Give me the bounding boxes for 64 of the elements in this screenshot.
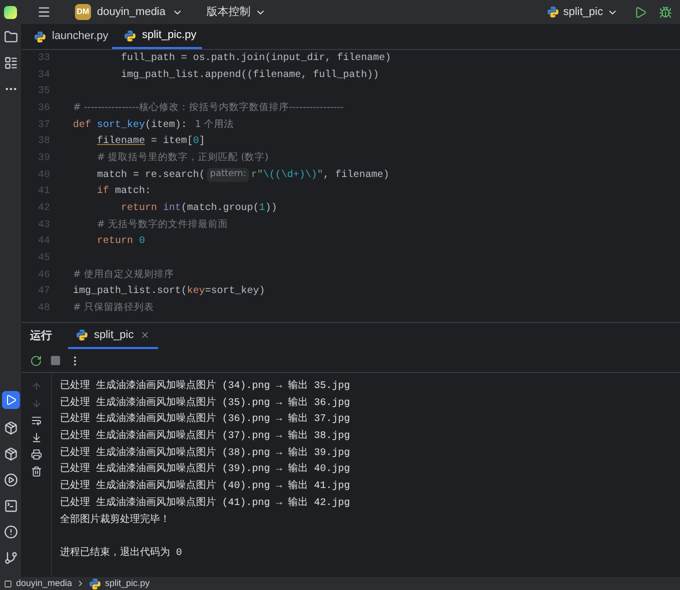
console-line: 已处理 生成油漆油画风加噪点图片 (41).png → 输出 42.jpg (60, 496, 352, 511)
run-tool-button[interactable] (2, 391, 20, 409)
console-line: 全部图片裁剪处理完毕！ (60, 512, 171, 528)
code-text: # 使用自定义规则排序 (73, 268, 174, 282)
vcs-menu[interactable]: 版本控制 (206, 4, 266, 20)
code-text: img_path_list.sort(key=sort_key) (73, 284, 266, 300)
code-text: filename = item[0] (97, 134, 206, 150)
menu-icon[interactable] (37, 5, 51, 19)
services-icon[interactable] (4, 473, 18, 487)
problems-icon[interactable] (4, 525, 18, 539)
soft-wrap-icon[interactable] (31, 415, 42, 426)
module-icon (4, 580, 12, 588)
console-line: 已处理 生成油漆油画风加噪点图片 (37).png → 输出 38.jpg (60, 429, 352, 444)
editor-tab[interactable]: split_pic.py (112, 24, 202, 49)
parameter-hint: pattern: (207, 168, 250, 182)
console-line: 已处理 生成油漆油画风加噪点图片 (35).png → 输出 36.jpg (60, 396, 352, 411)
package-icon[interactable] (4, 447, 18, 461)
run-config-selector[interactable]: split_pic (547, 4, 618, 20)
code-text: if match: (97, 184, 152, 200)
code-text: # 只保留路径列表 (73, 301, 154, 316)
console-line: 已处理 生成油漆油画风加噪点图片 (36).png → 输出 37.jpg (60, 412, 352, 428)
terminal-icon[interactable] (4, 499, 18, 513)
project-name: douyin_media (97, 4, 166, 20)
git-icon[interactable] (4, 551, 18, 565)
breadcrumb[interactable]: split_pic.py (105, 576, 150, 590)
console-line: 已处理 生成油漆油画风加噪点图片 (38).png → 输出 39.jpg (60, 446, 352, 461)
panel-title: 运行 (30, 328, 52, 344)
console-line: 已处理 生成油漆油画风加噪点图片 (40).png → 输出 41.jpg (60, 479, 352, 494)
usage-hint[interactable]: 1 个用法 (195, 118, 234, 132)
code-text: return 0 (97, 235, 146, 250)
print-icon[interactable] (31, 449, 42, 460)
rerun-icon[interactable] (30, 354, 42, 366)
code-text: img_path_list.append((filename, full_path)) (121, 68, 380, 83)
code-text: # ----------------核心修改：按括号内数字数值排序---------------- (73, 100, 344, 115)
project-selector[interactable]: DM douyin_media (75, 4, 182, 20)
python-icon (89, 578, 102, 590)
run-tab[interactable]: split_pic (68, 323, 158, 349)
code-text: return int(match.group(1)) (121, 202, 278, 216)
code-text: match = re.search( (97, 168, 206, 183)
project-badge: DM (75, 4, 91, 20)
breadcrumb[interactable]: douyin_media (16, 576, 72, 590)
python-icon (34, 30, 46, 42)
python-icon (124, 30, 136, 42)
python-icon (76, 329, 88, 341)
code-text: def sort_key(item): (73, 118, 188, 133)
trash-icon[interactable] (31, 466, 42, 477)
console-line: 已处理 生成油漆油画风加噪点图片 (39).png → 输出 40.jpg (60, 462, 352, 478)
code-text: # 无括号数字的文件排最前面 (97, 218, 228, 232)
structure-icon[interactable] (4, 56, 18, 70)
console-line: 已处理 生成油漆油画风加噪点图片 (34).png → 输出 35.jpg (60, 379, 352, 394)
run-icon (4, 394, 16, 406)
debug-icon[interactable] (659, 6, 672, 18)
python-icon (547, 6, 560, 18)
close-icon[interactable] (140, 330, 150, 340)
console-line: 进程已结束，退出代码为 0 (60, 546, 184, 561)
scroll-to-end-icon[interactable] (31, 432, 42, 443)
folder-icon[interactable] (4, 30, 18, 44)
code-text: r"\((\d+)\)", filename) (251, 168, 390, 183)
code-text: # 提取括号里的数字，正则匹配 (数字) (97, 150, 268, 165)
code-text: full_path = os.path.join(input_dir, filename) (121, 52, 392, 66)
app-logo-icon (4, 6, 17, 18)
run-icon[interactable] (634, 6, 647, 18)
stop-icon[interactable] (50, 355, 61, 366)
editor-tab[interactable]: launcher.py (22, 24, 112, 49)
